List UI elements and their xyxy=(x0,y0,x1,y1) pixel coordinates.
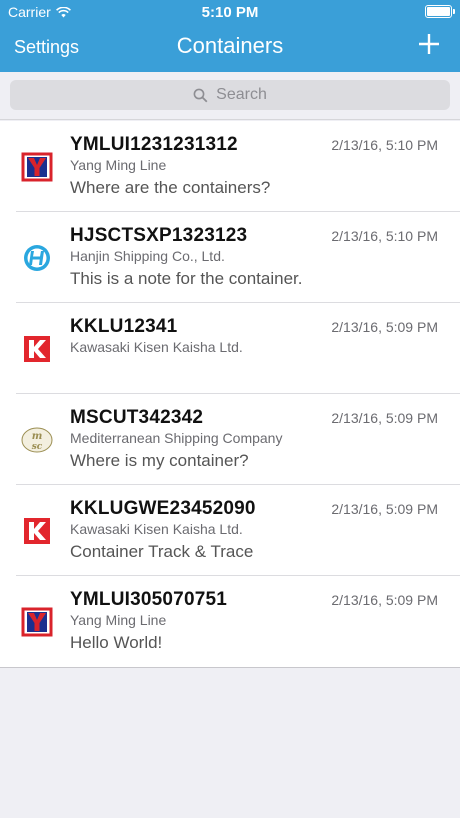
search-placeholder: Search xyxy=(216,86,267,103)
search-icon xyxy=(193,88,208,102)
container-id: KKLUGWE23452090 xyxy=(70,498,256,519)
container-note: Container Track & Trace xyxy=(70,542,254,561)
shipping-company: Hanjin Shipping Co., Ltd. xyxy=(70,248,225,264)
status-time: 5:10 PM xyxy=(201,4,259,21)
navigation-bar: Settings Containers xyxy=(0,24,460,72)
status-bar: Carrier 5:10 PM xyxy=(0,0,460,24)
container-id: MSCUT342342 xyxy=(70,407,204,428)
container-id: YMLUI305070751 xyxy=(70,589,228,610)
shipping-company: Yang Ming Line xyxy=(70,157,167,173)
search-bar: Search xyxy=(0,72,460,120)
container-note: Hello World! xyxy=(70,633,163,652)
container-date: 2/13/16, 5:09 PM xyxy=(331,501,438,517)
shipping-company: Kawasaki Kisen Kaisha Ltd. xyxy=(70,521,243,537)
container-note: Where is my container? xyxy=(70,451,249,470)
container-date: 2/13/16, 5:10 PM xyxy=(331,228,438,244)
hanjin-logo-icon xyxy=(24,245,50,271)
container-id: YMLUI1231231312 xyxy=(70,134,238,155)
shipping-company: Mediterranean Shipping Company xyxy=(70,430,283,446)
yang-ming-logo-icon xyxy=(21,152,53,182)
container-row[interactable]: HJSCTSXP1323123 Hanjin Shipping Co., Ltd… xyxy=(0,212,460,303)
container-note: Where are the containers? xyxy=(70,178,271,197)
container-note: This is a note for the container. xyxy=(70,269,303,288)
container-list: YMLUI1231231312 Yang Ming Line Where are… xyxy=(0,121,460,668)
page-title: Containers xyxy=(176,33,284,58)
container-date: 2/13/16, 5:09 PM xyxy=(331,592,438,608)
battery-icon xyxy=(425,5,455,18)
container-id: KKLU12341 xyxy=(70,316,178,337)
container-row[interactable]: KKLU12341 Kawasaki Kisen Kaisha Ltd. 2/1… xyxy=(0,303,460,394)
container-row[interactable]: YMLUI305070751 Yang Ming Line Hello Worl… xyxy=(0,576,460,667)
search-input[interactable]: Search xyxy=(10,80,450,110)
plus-icon[interactable] xyxy=(418,33,440,55)
msc-logo-icon: m sc xyxy=(21,427,53,453)
shipping-company: Kawasaki Kisen Kaisha Ltd. xyxy=(70,339,243,355)
svg-text:sc: sc xyxy=(32,442,43,452)
top-bar: Carrier 5:10 PM Settings Containers xyxy=(0,0,460,72)
k-line-logo-icon xyxy=(24,336,50,362)
svg-text:m: m xyxy=(32,431,43,442)
yang-ming-logo-icon xyxy=(21,607,53,637)
k-line-logo-icon xyxy=(24,518,50,544)
container-row[interactable]: KKLUGWE23452090 Kawasaki Kisen Kaisha Lt… xyxy=(0,485,460,576)
container-date: 2/13/16, 5:10 PM xyxy=(331,137,438,153)
container-date: 2/13/16, 5:09 PM xyxy=(331,410,438,426)
container-row[interactable]: m sc MSCUT342342 Mediterranean Shipping … xyxy=(0,394,460,485)
container-row[interactable]: YMLUI1231231312 Yang Ming Line Where are… xyxy=(0,121,460,212)
shipping-company: Yang Ming Line xyxy=(70,612,167,628)
container-id: HJSCTSXP1323123 xyxy=(70,225,248,246)
container-date: 2/13/16, 5:09 PM xyxy=(331,319,438,335)
